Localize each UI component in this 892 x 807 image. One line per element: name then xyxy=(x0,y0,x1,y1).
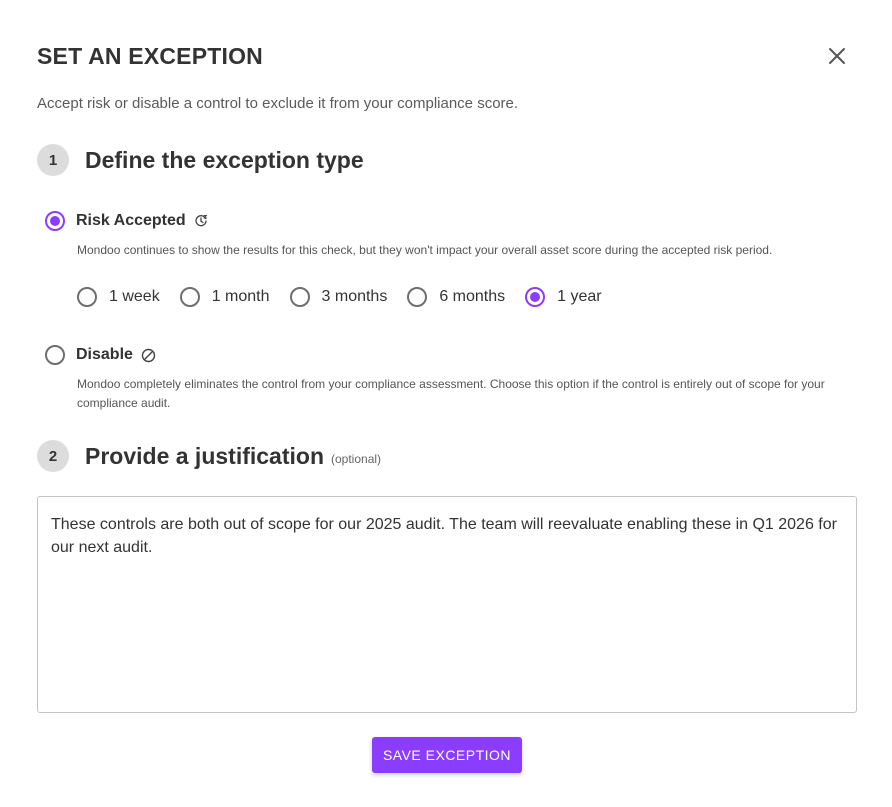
risk-accepted-label: Risk Accepted xyxy=(76,212,186,229)
duration-option-3-months[interactable]: 3 months xyxy=(289,287,388,307)
duration-option-1-month[interactable]: 1 month xyxy=(179,287,270,307)
close-icon xyxy=(829,48,845,64)
dialog-subtitle: Accept risk or disable a control to excl… xyxy=(37,95,519,112)
step-1-header: 1 Define the exception type xyxy=(37,144,364,176)
duration-radio[interactable] xyxy=(289,287,310,307)
close-button[interactable] xyxy=(824,43,850,69)
duration-radio-group: 1 week 1 month 3 months 6 months 1 year xyxy=(77,287,622,307)
dialog-title: SET AN EXCEPTION xyxy=(37,43,263,69)
duration-radio[interactable] xyxy=(407,287,428,307)
step-number-badge: 1 xyxy=(37,144,69,176)
duration-label: 1 year xyxy=(557,288,602,305)
snooze-clock-icon xyxy=(194,214,208,228)
duration-label: 3 months xyxy=(321,288,388,305)
risk-accepted-radio[interactable] xyxy=(45,211,65,231)
step-title: Provide a justification xyxy=(85,442,324,469)
disable-description: Mondoo completely eliminates the control… xyxy=(77,377,825,410)
step-number-badge: 2 xyxy=(37,440,69,472)
disabled-circle-icon xyxy=(141,348,156,363)
duration-radio[interactable] xyxy=(77,287,97,307)
duration-radio[interactable] xyxy=(525,287,546,307)
disable-label: Disable xyxy=(76,346,133,363)
risk-accepted-option[interactable]: Risk Accepted xyxy=(45,211,208,231)
optional-label: (optional) xyxy=(331,452,382,466)
risk-accepted-description: Mondoo continues to show the results for… xyxy=(77,243,773,257)
duration-radio[interactable] xyxy=(179,287,200,307)
duration-label: 1 month xyxy=(211,288,270,305)
disable-option[interactable]: Disable xyxy=(45,345,156,365)
save-exception-button[interactable]: SAVE EXCEPTION xyxy=(372,737,522,773)
step-2-header: 2 Provide a justification (optional) xyxy=(37,440,381,472)
disable-radio[interactable] xyxy=(45,345,65,365)
duration-label: 1 week xyxy=(109,288,160,305)
duration-option-6-months[interactable]: 6 months xyxy=(407,287,505,307)
step-title: Define the exception type xyxy=(85,146,364,173)
justification-textarea[interactable]: These controls are both out of scope for… xyxy=(37,496,857,713)
duration-label: 6 months xyxy=(439,288,506,305)
duration-option-1-week[interactable]: 1 week xyxy=(77,287,160,307)
duration-option-1-year[interactable]: 1 year xyxy=(525,287,602,307)
